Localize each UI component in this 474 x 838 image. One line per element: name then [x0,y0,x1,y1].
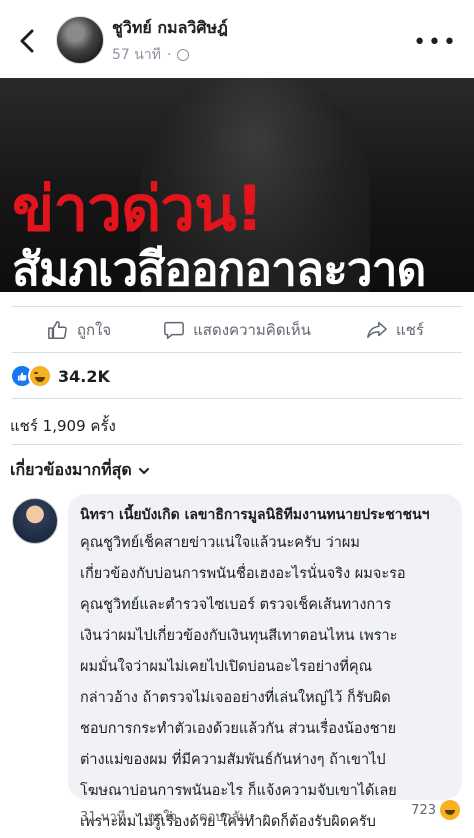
comment-label: แสดงความคิดเห็น [193,321,311,339]
divider [12,398,462,399]
comment-reactions[interactable]: 723 [411,800,460,820]
comment-filter-dropdown[interactable]: เกี่ยวข้องมากที่สุด [10,458,150,483]
commenter-name[interactable]: นิทรา เนี้ยบังเกิด เลขาธิการมูลนิธิทีมงา… [80,504,460,526]
post-meta: 57 นาที · [112,44,190,66]
comment-button[interactable]: แสดงความคิดเห็น [158,310,316,350]
comment-line: โฆษณาบ่อนการพนันอะไร ก็แจ้งความจับเขาได้… [80,783,397,799]
image-headline-breaking: ข่าวด่วน! [12,172,264,245]
comment-time: 31 นาที [80,810,126,825]
like-button[interactable]: ถูกใจ [0,310,158,350]
comment-reaction-count: 723 [411,802,436,818]
divider [12,444,462,445]
comment-line: เกี่ยวข้องกับบ่อนการพนันชื่อเฮงอะไรนั่นจ… [80,566,406,582]
comment-footer: 31 นาที ถูกใจ ตอบกลับ [80,806,248,827]
haha-reaction-icon [440,800,460,820]
comment-text: คุณชูวิทย์เช็คสายข่าวแน่ใจแล้วนะครับ ว่า… [80,528,462,838]
post-image[interactable]: ข่าวด่วน! สัมภเวสีออกอาละวาด [0,78,474,292]
post-header: ชูวิทย์ กมลวิศิษฎ์ 57 นาที · ••• [0,0,474,78]
back-arrow-icon[interactable] [14,26,40,56]
image-headline-subtitle: สัมภเวสีออกอาละวาด [12,242,426,292]
commenter-avatar[interactable] [12,498,58,544]
share-label: แชร์ [396,321,424,339]
author-avatar[interactable] [56,16,104,64]
action-bar: ถูกใจ แสดงความคิดเห็น แชร์ [0,310,474,350]
like-label: ถูกใจ [76,321,112,339]
reaction-count: 34.2K [58,366,110,386]
post-time[interactable]: 57 นาที [112,44,161,66]
comment-line: คุณชูวิทย์และตำรวจไซเบอร์ ตรวจเช็คเส้นทา… [80,597,392,613]
comment-icon [164,321,185,339]
comment-line: ต่างแม่ของผม ที่มีความสัมพันธ์กันห่างๆ ถ… [80,752,386,768]
reaction-summary[interactable]: 34.2K [10,364,110,388]
more-options-icon[interactable]: ••• [413,30,458,55]
comment-line: ชอบการกระทำตัวเองด้วยแล้วกัน ส่วนเรื่องน… [80,721,397,737]
globe-icon [177,49,190,61]
comment-like-button[interactable]: ถูกใจ [147,806,177,827]
thumbs-up-icon [47,321,67,339]
haha-reaction-icon [28,364,52,388]
share-button[interactable]: แชร์ [316,310,474,350]
author-name[interactable]: ชูวิทย์ กมลวิศิษฎ์ [112,16,228,41]
divider [12,352,462,353]
share-count[interactable]: แชร์ 1,909 ครั้ง [10,414,116,438]
comment-reply-button[interactable]: ตอบกลับ [199,806,248,827]
comment-line: เงินว่าผมไปเกี่ยวข้องกับเงินทุนสีเทาตอนไ… [80,628,398,644]
comment-line: ผมมั่นใจว่าผมไม่เคยไปเปิดบ่อนอะไรอย่างที… [80,659,373,675]
comment-filter-label: เกี่ยวข้องมากที่สุด [10,460,132,479]
comment-line: คุณชูวิทย์เช็คสายข่าวแน่ใจแล้วนะครับ ว่า… [80,535,360,551]
divider [12,306,462,307]
share-arrow-icon [367,321,387,339]
comment-line: กล่าวอ้าง ถ้าตรวจไม่เจออย่างที่เล่นใหญ่ไ… [80,690,391,706]
chevron-down-icon [138,467,149,474]
